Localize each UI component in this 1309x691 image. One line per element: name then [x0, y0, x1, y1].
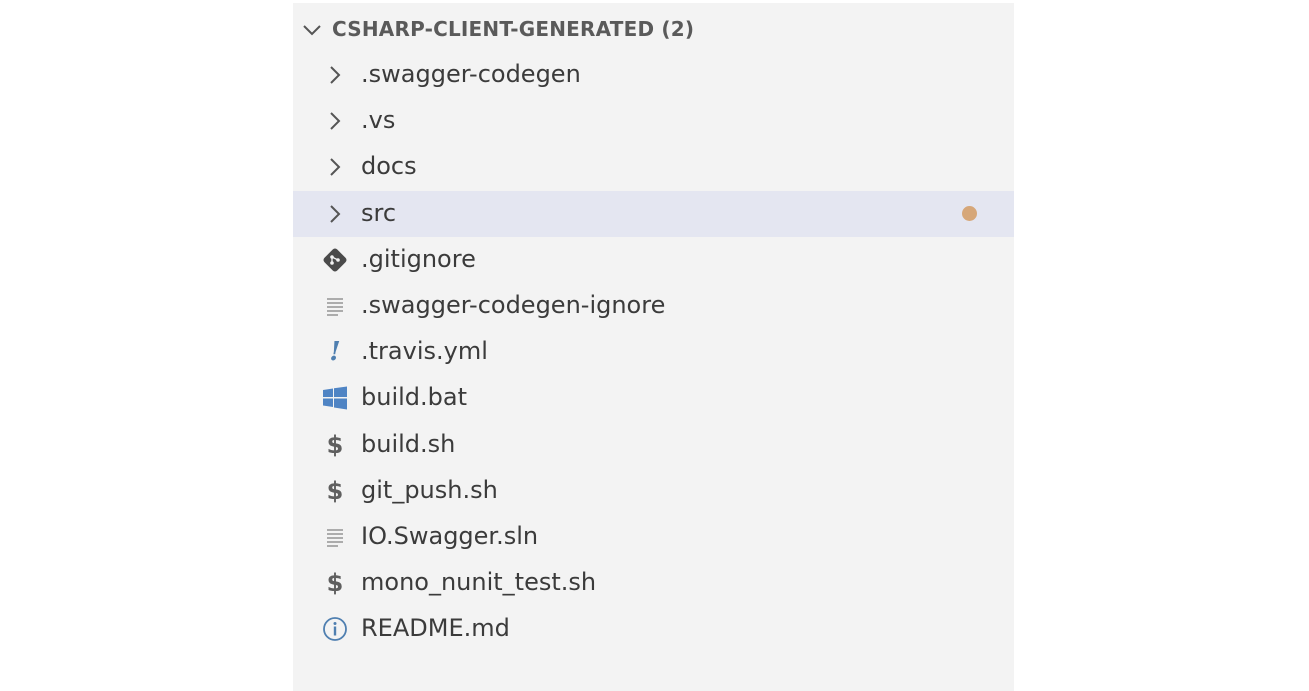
chevron-right-icon[interactable]	[321, 154, 349, 180]
tree-item-label: IO.Swagger.sln	[361, 521, 539, 550]
tree-item-label: README.md	[361, 614, 510, 643]
tree-item-label: .vs	[361, 106, 396, 135]
tree-item-label: git_push.sh	[361, 475, 498, 504]
tree-item-io-swagger-sln[interactable]: IO.Swagger.sln	[293, 514, 1014, 560]
tree-item-gitignore[interactable]: .gitignore	[293, 237, 1014, 283]
dollar-icon: $	[326, 430, 344, 459]
exclamation-icon: !	[329, 337, 341, 368]
dollar-icon: $	[326, 476, 344, 505]
tree-item-travis-yml[interactable]: ! .travis.yml	[293, 329, 1014, 375]
section-title: CSHARP-CLIENT-GENERATED (2)	[332, 17, 695, 41]
file-tree: .swagger-codegen .vs docs src .gitignore…	[293, 52, 1014, 652]
chevron-right-icon[interactable]	[321, 201, 349, 227]
tree-item-docs[interactable]: docs	[293, 144, 1014, 190]
section-header[interactable]: CSHARP-CLIENT-GENERATED (2)	[293, 6, 1014, 52]
windows-icon	[321, 385, 349, 411]
chevron-down-icon[interactable]	[300, 18, 324, 42]
tree-item-label: build.sh	[361, 429, 456, 458]
tree-item-src[interactable]: src	[293, 190, 1014, 237]
tree-item-swagger-codegen[interactable]: .swagger-codegen	[293, 52, 1014, 98]
chevron-right-icon[interactable]	[321, 62, 349, 88]
info-icon	[321, 616, 349, 642]
chevron-right-icon[interactable]	[321, 108, 349, 134]
tree-item-label: mono_nunit_test.sh	[361, 568, 597, 597]
tree-item-label: .swagger-codegen-ignore	[361, 290, 666, 319]
tree-item-label: build.bat	[361, 383, 467, 412]
tree-item-label: src	[361, 198, 397, 227]
tree-item-swagger-codegen-ignore[interactable]: .swagger-codegen-ignore	[293, 283, 1014, 329]
tree-item-label: .swagger-codegen	[361, 60, 581, 88]
tree-item-label: .gitignore	[361, 244, 476, 273]
tree-item-build-sh[interactable]: $ build.sh	[293, 422, 1014, 468]
tree-item-mono-nunit-test-sh[interactable]: $ mono_nunit_test.sh	[293, 560, 1014, 606]
explorer-panel: CSHARP-CLIENT-GENERATED (2) .swagger-cod…	[293, 3, 1014, 691]
dollar-icon: $	[326, 569, 344, 598]
tree-item-build-bat[interactable]: build.bat	[293, 375, 1014, 421]
tree-item-readme-md[interactable]: README.md	[293, 606, 1014, 652]
tree-item-git-push-sh[interactable]: $ git_push.sh	[293, 468, 1014, 514]
text-lines-icon	[321, 524, 349, 550]
text-lines-icon	[321, 293, 349, 319]
tree-item-label: .travis.yml	[361, 337, 488, 366]
git-icon	[321, 247, 349, 273]
tree-item-vs[interactable]: .vs	[293, 98, 1014, 144]
tree-item-label: docs	[361, 152, 417, 181]
modified-dot-icon	[962, 205, 977, 221]
